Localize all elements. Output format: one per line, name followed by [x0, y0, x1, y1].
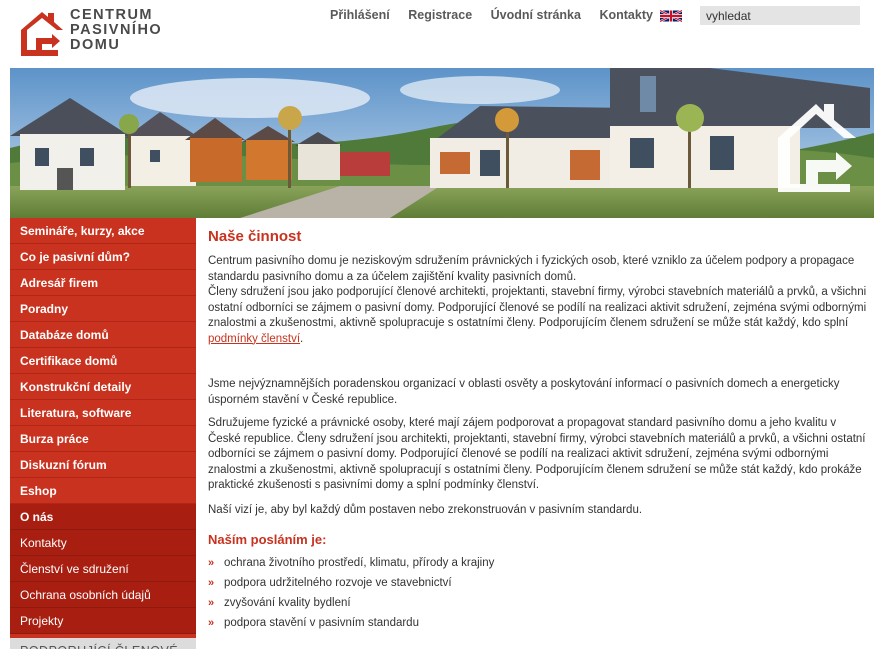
search-input[interactable] [700, 6, 860, 25]
mission-item-text: ochrana životního prostředí, klimatu, př… [224, 556, 495, 569]
sidebar-item-forum[interactable]: Diskuzní fórum [10, 452, 196, 478]
intro-text-b: Členy sdružení jsou jako podporující čle… [208, 286, 867, 329]
intro-text-end: . [300, 332, 304, 345]
house-logo-icon [21, 12, 63, 56]
site-logo[interactable]: CENTRUM PASIVNÍHO DOMU [18, 6, 178, 58]
sidebar-item-literature[interactable]: Literatura, software [10, 400, 196, 426]
bullet-icon: » [208, 596, 215, 609]
logo-line: DOMU [70, 37, 121, 53]
sidebar: Semináře, kurzy, akce Co je pasivní dům?… [10, 218, 196, 649]
bullet-icon: » [208, 556, 215, 569]
nav-register-link[interactable]: Registrace [408, 8, 472, 22]
logo-line: PASIVNÍHO [70, 22, 163, 38]
banner-photo [10, 68, 874, 218]
nav-login-link[interactable]: Přihlášení [330, 8, 390, 22]
uk-flag-icon[interactable] [660, 9, 682, 23]
vision-paragraph: Naší vizí je, aby byl každý dům postaven… [208, 503, 643, 516]
sidebar-item-what-is-passive-house[interactable]: Co je pasivní dům? [10, 244, 196, 270]
sidebar-item-company-directory[interactable]: Adresář firem [10, 270, 196, 296]
bullet-icon: » [208, 576, 215, 589]
sidebar-item-contacts[interactable]: Kontakty [10, 530, 196, 556]
nav-contacts-link[interactable]: Kontakty [599, 8, 652, 22]
mission-list: » ochrana životního prostředí, klimatu, p… [208, 556, 868, 631]
intro-paragraph: Centrum pasivního domu je neziskovým sdr… [208, 254, 868, 347]
sidebar-item-seminars[interactable]: Semináře, kurzy, akce [10, 218, 196, 244]
hero-banner-image [10, 68, 874, 218]
sidebar-item-house-database[interactable]: Databáze domů [10, 322, 196, 348]
organization-paragraph: Jsme nejvýznamnějších poradenskou organi… [208, 378, 840, 406]
sidebar-item-privacy[interactable]: Ochrana osobních údajů [10, 582, 196, 608]
list-item: » zvyšování kvality bydlení [208, 596, 868, 611]
logo-line: CENTRUM [70, 7, 153, 23]
bullet-icon: » [208, 616, 215, 629]
list-item: » podpora stavění v pasivním standardu [208, 616, 868, 631]
list-item: » podpora udržitelného rozvoje ve stavebn… [208, 576, 868, 591]
sidebar-item-construction-details[interactable]: Konstrukční detaily [10, 374, 196, 400]
mission-item-text: zvyšování kvality bydlení [224, 596, 351, 609]
sidebar-about-section: O nás Kontakty Členství ve sdružení Ochr… [10, 504, 196, 634]
membership-conditions-link[interactable]: podmínky členství [208, 333, 300, 345]
top-navigation: Přihlášení Registrace Úvodní stránka Kon… [330, 8, 668, 22]
sidebar-members-heading[interactable]: PODPORUJÍCÍ ČLENOVÉ [10, 638, 196, 649]
sidebar-item-membership[interactable]: Členství ve sdružení [10, 556, 196, 582]
sidebar-item-eshop[interactable]: Eshop [10, 478, 196, 504]
list-item: » ochrana životního prostředí, klimatu, p… [208, 556, 868, 571]
members-paragraph: Sdružujeme fyzické a právnické osoby, kt… [208, 417, 866, 491]
sidebar-item-certification[interactable]: Certifikace domů [10, 348, 196, 374]
sidebar-item-jobs[interactable]: Burza práce [10, 426, 196, 452]
sidebar-item-advisory[interactable]: Poradny [10, 296, 196, 322]
main-content: Naše činnost Centrum pasivního domu je n… [208, 228, 868, 636]
mission-item-text: podpora stavění v pasivním standardu [224, 616, 419, 629]
logo-text: CENTRUM PASIVNÍHO DOMU [70, 8, 162, 53]
mission-heading: Naším posláním je: [208, 532, 327, 547]
site-header: CENTRUM PASIVNÍHO DOMU Přihlášení Regist… [0, 0, 874, 66]
page-title: Naše činnost [208, 228, 302, 245]
mission-item-text: podpora udržitelného rozvoje ve stavebni… [224, 576, 452, 589]
sidebar-item-projects[interactable]: Projekty [10, 608, 196, 634]
intro-text-a: Centrum pasivního domu je neziskovým sdr… [208, 255, 855, 283]
sidebar-item-about[interactable]: O nás [10, 504, 196, 530]
nav-home-link[interactable]: Úvodní stránka [491, 8, 581, 22]
